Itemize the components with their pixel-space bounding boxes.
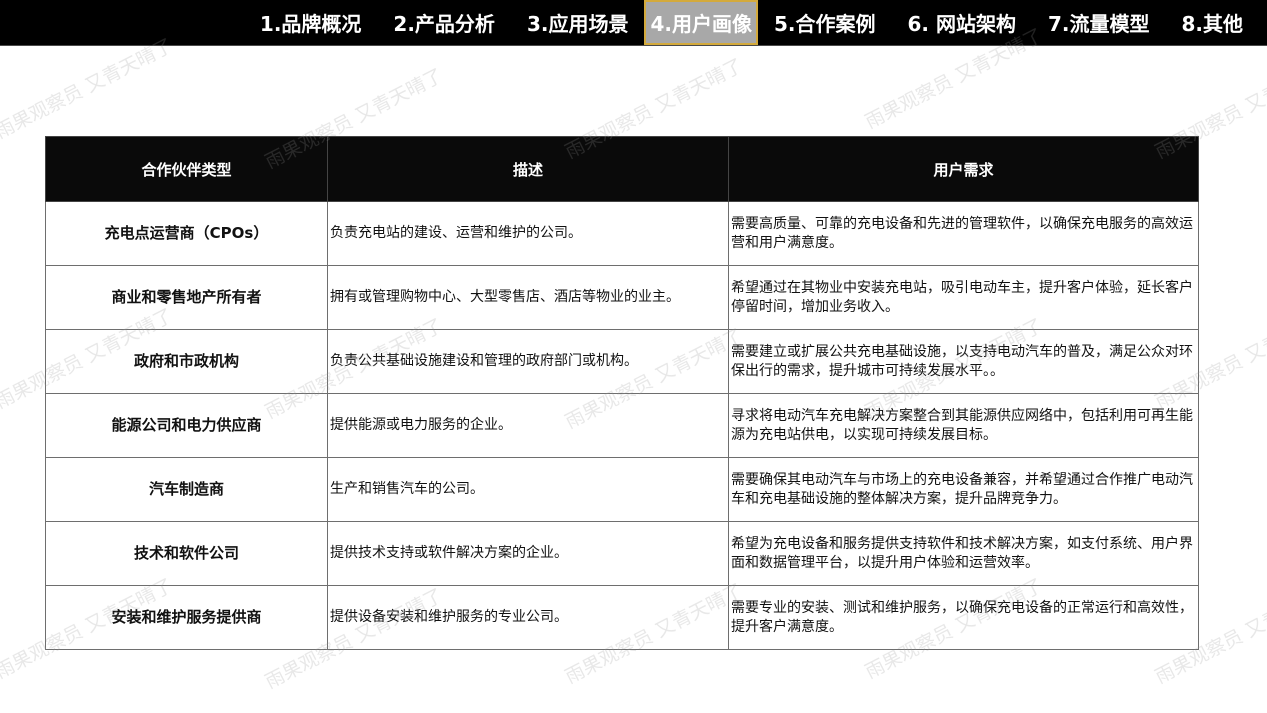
nav-tab-cooperation-cases[interactable]: 5.合作案例 xyxy=(758,0,892,45)
slide-page: 1.品牌概况 2.产品分析 3.应用场景 4.用户画像 5.合作案例 6. 网站… xyxy=(0,0,1267,713)
description-cell: 生产和销售汽车的公司。 xyxy=(327,457,729,522)
table-row: 技术和软件公司 提供技术支持或软件解决方案的企业。 希望为充电设备和服务提供支持… xyxy=(45,521,1199,586)
nav-tab-website-structure[interactable]: 6. 网站架构 xyxy=(891,0,1031,45)
table-row: 政府和市政机构 负责公共基础设施建设和管理的政府部门或机构。 需要建立或扩展公共… xyxy=(45,329,1199,394)
description-cell: 拥有或管理购物中心、大型零售店、酒店等物业的业主。 xyxy=(327,265,729,330)
partner-type-cell: 充电点运营商（CPOs） xyxy=(45,201,328,266)
user-needs-cell: 希望通过在其物业中安装充电站，吸引电动车主，提升客户体验，延长客户停留时间，增加… xyxy=(728,265,1199,330)
description-cell: 提供技术支持或软件解决方案的企业。 xyxy=(327,521,729,586)
partner-type-cell: 政府和市政机构 xyxy=(45,329,328,394)
user-needs-cell: 需要专业的安装、测试和维护服务，以确保充电设备的正常运行和高效性，提升客户满意度… xyxy=(728,585,1199,650)
header-user-needs: 用户需求 xyxy=(728,136,1199,202)
user-needs-cell: 需要高质量、可靠的充电设备和先进的管理软件，以确保充电服务的高效运营和用户满意度… xyxy=(728,201,1199,266)
nav-tab-user-persona[interactable]: 4.用户画像 xyxy=(644,0,758,45)
nav-tab-traffic-model[interactable]: 7.流量模型 xyxy=(1032,0,1166,45)
partner-type-cell: 商业和零售地产所有者 xyxy=(45,265,328,330)
table-row: 汽车制造商 生产和销售汽车的公司。 需要确保其电动汽车与市场上的充电设备兼容，并… xyxy=(45,457,1199,522)
top-navigation-bar: 1.品牌概况 2.产品分析 3.应用场景 4.用户画像 5.合作案例 6. 网站… xyxy=(0,0,1267,46)
header-description: 描述 xyxy=(327,136,729,202)
partner-type-cell: 能源公司和电力供应商 xyxy=(45,393,328,458)
description-cell: 负责充电站的建设、运营和维护的公司。 xyxy=(327,201,729,266)
table-row: 安装和维护服务提供商 提供设备安装和维护服务的专业公司。 需要专业的安装、测试和… xyxy=(45,585,1199,650)
description-cell: 负责公共基础设施建设和管理的政府部门或机构。 xyxy=(327,329,729,394)
partner-type-cell: 汽车制造商 xyxy=(45,457,328,522)
nav-tab-other[interactable]: 8.其他 xyxy=(1165,0,1259,45)
user-needs-cell: 寻求将电动汽车充电解决方案整合到其能源供应网络中，包括利用可再生能源为充电站供电… xyxy=(728,393,1199,458)
table-row: 商业和零售地产所有者 拥有或管理购物中心、大型零售店、酒店等物业的业主。 希望通… xyxy=(45,265,1199,330)
user-needs-cell: 需要确保其电动汽车与市场上的充电设备兼容，并希望通过合作推广电动汽车和充电基础设… xyxy=(728,457,1199,522)
user-needs-cell: 需要建立或扩展公共充电基础设施，以支持电动汽车的普及，满足公众对环保出行的需求，… xyxy=(728,329,1199,394)
user-needs-cell: 希望为充电设备和服务提供支持软件和技术解决方案，如支付系统、用户界面和数据管理平… xyxy=(728,521,1199,586)
table-header-row: 合作伙伴类型 描述 用户需求 xyxy=(45,136,1199,202)
nav-tab-brand-overview[interactable]: 1.品牌概况 xyxy=(244,0,378,45)
table-row: 能源公司和电力供应商 提供能源或电力服务的企业。 寻求将电动汽车充电解决方案整合… xyxy=(45,393,1199,458)
partner-type-cell: 安装和维护服务提供商 xyxy=(45,585,328,650)
table-row: 充电点运营商（CPOs） 负责充电站的建设、运营和维护的公司。 需要高质量、可靠… xyxy=(45,201,1199,266)
watermark-text: 雨果观察员 又青天晴了 xyxy=(0,34,177,144)
description-cell: 提供能源或电力服务的企业。 xyxy=(327,393,729,458)
partner-type-table: 合作伙伴类型 描述 用户需求 充电点运营商（CPOs） 负责充电站的建设、运营和… xyxy=(45,136,1199,650)
nav-tab-application-scenarios[interactable]: 3.应用场景 xyxy=(511,0,645,45)
description-cell: 提供设备安装和维护服务的专业公司。 xyxy=(327,585,729,650)
nav-tab-product-analysis[interactable]: 2.产品分析 xyxy=(377,0,511,45)
partner-type-cell: 技术和软件公司 xyxy=(45,521,328,586)
header-partner-type: 合作伙伴类型 xyxy=(45,136,328,202)
